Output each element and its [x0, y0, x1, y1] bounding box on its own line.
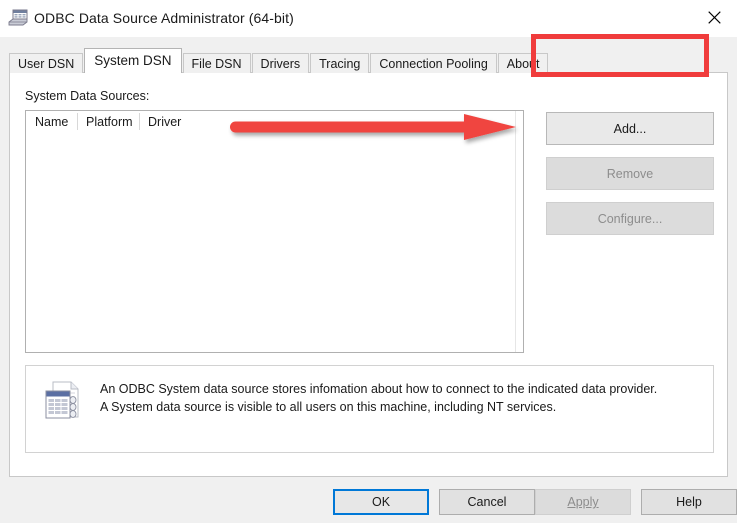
remove-button[interactable]: Remove: [546, 157, 714, 190]
cancel-button-label: Cancel: [468, 495, 507, 509]
add-button-highlight-box: [531, 34, 709, 77]
tab-strip: User DSN System DSN File DSN Drivers Tra…: [9, 49, 549, 73]
tab-user-dsn[interactable]: User DSN: [9, 53, 83, 73]
remove-button-label: Remove: [607, 167, 654, 181]
ok-button[interactable]: OK: [333, 489, 429, 515]
column-separator-1[interactable]: [77, 113, 78, 130]
column-header-platform[interactable]: Platform: [86, 115, 133, 129]
system-data-sources-label: System Data Sources:: [25, 89, 149, 103]
info-text-line-2: A System data source is visible to all u…: [100, 398, 696, 416]
list-column-headers: Name Platform Driver: [26, 111, 523, 134]
apply-button-label: Apply: [567, 495, 598, 509]
tab-system-dsn[interactable]: System DSN: [84, 48, 181, 73]
info-text: An ODBC System data source stores infoma…: [100, 380, 696, 416]
help-button-label: Help: [676, 495, 702, 509]
tab-tracing[interactable]: Tracing: [310, 53, 369, 73]
data-source-document-icon: [43, 380, 81, 424]
system-data-sources-list[interactable]: Name Platform Driver: [25, 110, 524, 353]
tab-about[interactable]: About: [498, 53, 549, 73]
tab-connection-pooling[interactable]: Connection Pooling: [370, 53, 496, 73]
cancel-button[interactable]: Cancel: [439, 489, 535, 515]
add-button-label: Add...: [614, 122, 647, 136]
info-text-line-1: An ODBC System data source stores infoma…: [100, 380, 696, 398]
odbc-database-icon: [8, 9, 28, 27]
column-header-driver[interactable]: Driver: [148, 115, 181, 129]
close-window-button[interactable]: [691, 0, 737, 34]
title-bar: ODBC Data Source Administrator (64-bit): [0, 0, 737, 37]
window-title: ODBC Data Source Administrator (64-bit): [34, 10, 294, 26]
apply-button[interactable]: Apply: [535, 489, 631, 515]
help-button[interactable]: Help: [641, 489, 737, 515]
configure-button[interactable]: Configure...: [546, 202, 714, 235]
tab-file-dsn[interactable]: File DSN: [183, 53, 251, 73]
column-separator-2[interactable]: [139, 113, 140, 130]
system-dsn-panel: System Data Sources: Name Platform Drive…: [9, 72, 728, 477]
configure-button-label: Configure...: [598, 212, 663, 226]
info-box: An ODBC System data source stores infoma…: [25, 365, 714, 453]
list-scrollbar[interactable]: [515, 111, 523, 352]
add-button[interactable]: Add...: [546, 112, 714, 145]
tab-drivers[interactable]: Drivers: [252, 53, 310, 73]
ok-button-label: OK: [372, 495, 390, 509]
column-header-name[interactable]: Name: [35, 115, 68, 129]
